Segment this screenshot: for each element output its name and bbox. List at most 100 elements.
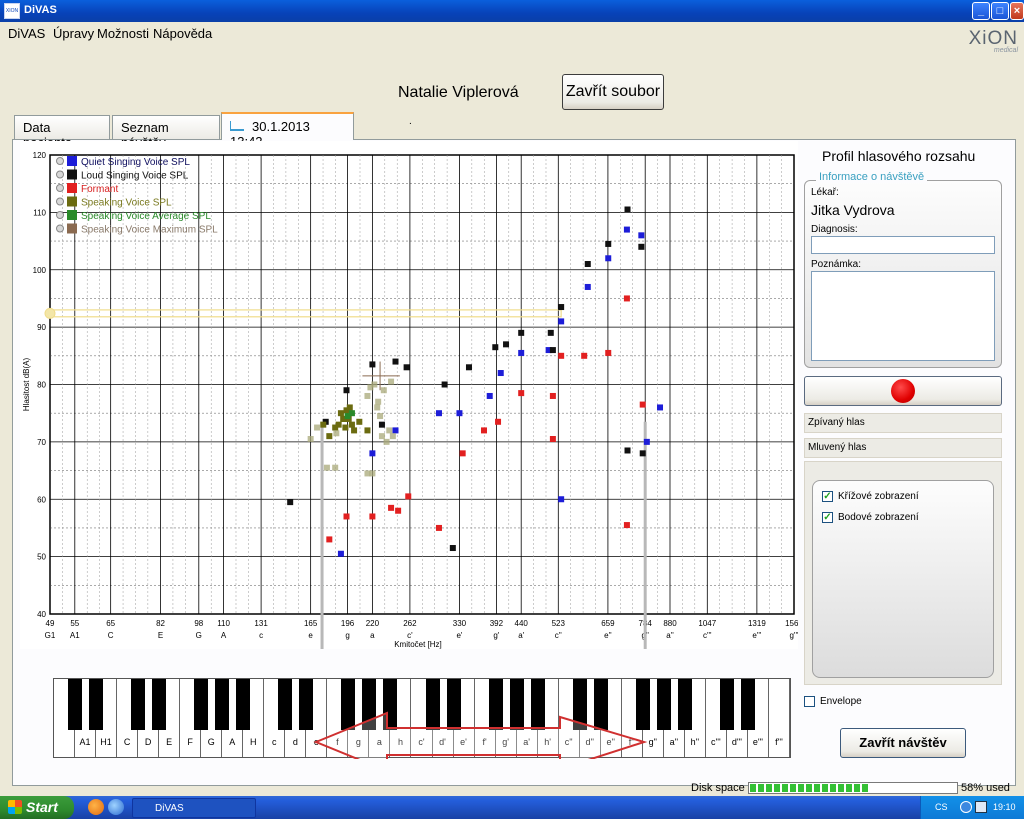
menu-divas[interactable]: DiVAS [8, 26, 45, 41]
point-loud-singing-voice-spl [558, 304, 565, 311]
close-button[interactable]: × [1010, 2, 1024, 20]
profile-title: Profil hlasového rozsahu [822, 148, 976, 164]
x-tick-label: 165 [304, 619, 318, 628]
point-loud-singing-voice-spl [378, 421, 385, 428]
x-tick-label: 82 [156, 619, 165, 628]
x-tick-label: 49 [46, 619, 55, 628]
point-quiet-singing-voice-spl [657, 404, 664, 411]
x-tick-label: 131 [254, 619, 268, 628]
point-formant [549, 392, 556, 399]
close-file-button[interactable]: Zavřít soubor [562, 74, 664, 110]
point-speaking-voice-spl [348, 421, 355, 428]
taskbar-divas-item[interactable]: DiVAS [132, 798, 256, 818]
piano-keyboard[interactable]: A1H1CDEFGAHcdefgahc'd'e'f'g'a'h'c''d''e'… [53, 678, 791, 759]
y-tick-label: 70 [37, 438, 46, 447]
x-note-label: c''' [703, 631, 712, 640]
note-label: Poznámka: [811, 259, 862, 270]
point-formant [605, 349, 612, 356]
note-field[interactable] [811, 271, 995, 361]
legend-toggle-icon [56, 211, 64, 219]
point-view-checkbox[interactable]: ✓ [822, 512, 833, 523]
point-quiet-singing-voice-spl [392, 427, 399, 434]
internet-explorer-icon[interactable] [108, 799, 124, 815]
x-tick-label: 392 [490, 619, 504, 628]
language-indicator[interactable]: CS [935, 802, 948, 812]
point-formant [388, 504, 395, 511]
app-icon: XION [4, 3, 20, 19]
legend-swatch [67, 183, 77, 193]
x-tick-label: 262 [403, 619, 417, 628]
visit-info-legend: Informace o návštěvě [816, 171, 928, 183]
tray-help-icon[interactable] [960, 801, 972, 813]
tab-patient-data[interactable]: Data pacienta [14, 115, 110, 150]
maximize-button[interactable]: □ [991, 2, 1009, 20]
menu-bar: DiVAS Úpravy Možnosti Nápověda [0, 22, 1024, 44]
point-speaking-voice-maximum-spl [377, 413, 384, 420]
point-speaking-voice-maximum-spl [375, 398, 382, 405]
envelope-checkbox[interactable] [804, 696, 815, 707]
point-speaking-voice-maximum-spl [314, 424, 321, 431]
point-quiet-singing-voice-spl [558, 318, 565, 325]
taskbar-divas-label: DiVAS [155, 803, 184, 814]
point-quiet-singing-voice-spl [435, 410, 442, 417]
legend-label: Quiet Singing Voice SPL [81, 157, 190, 168]
point-speaking-voice-maximum-spl [386, 427, 393, 434]
point-loud-singing-voice-spl [465, 364, 472, 371]
point-speaking-voice-spl [337, 410, 344, 417]
diagnosis-field[interactable] [811, 236, 995, 254]
spoken-voice-section[interactable]: Mluvený hlas [804, 438, 1002, 458]
x-note-label: A1 [70, 631, 80, 640]
x-tick-label: 55 [70, 619, 79, 628]
tab-visit-list[interactable]: Seznam návštěv [112, 115, 220, 150]
cross-view-checkbox[interactable]: ✓ [822, 491, 833, 502]
menu-options[interactable]: Možnosti [97, 26, 149, 41]
legend-swatch [67, 196, 77, 207]
x-axis-title: Kmitočet [Hz] [394, 640, 442, 649]
point-speaking-voice-maximum-spl [323, 464, 330, 471]
point-quiet-singing-voice-spl [337, 550, 344, 557]
point-formant [405, 493, 412, 500]
point-quiet-singing-voice-spl [605, 255, 612, 262]
x-tick-label: 1568 [785, 619, 798, 628]
close-visit-button[interactable]: Zavřít návštěv [840, 728, 966, 758]
point-formant [481, 427, 488, 434]
point-loud-singing-voice-spl [369, 361, 376, 368]
point-speaking-voice-maximum-spl [371, 381, 378, 388]
window-title: DiVAS [24, 4, 57, 16]
menu-edit[interactable]: Úpravy [53, 26, 94, 41]
x-note-label: a' [518, 631, 524, 640]
point-loud-singing-voice-spl [492, 344, 499, 351]
point-quiet-singing-voice-spl [643, 438, 650, 445]
chart-svg: 40506070809010011012049G155A165C82E98G11… [22, 151, 798, 649]
point-quiet-singing-voice-spl [623, 226, 630, 233]
point-loud-singing-voice-spl [343, 387, 350, 394]
legend-swatch [67, 210, 77, 220]
sung-voice-section[interactable]: Zpívaný hlas [804, 413, 1002, 433]
x-tick-label: 65 [106, 619, 115, 628]
title-bar[interactable] [0, 0, 1024, 22]
legend-swatch [67, 156, 77, 166]
point-loud-singing-voice-spl [547, 329, 554, 336]
x-note-label: g [345, 631, 349, 640]
x-tick-label: 440 [515, 619, 529, 628]
y-tick-label: 50 [37, 553, 46, 562]
point-speaking-voice-spl [342, 424, 349, 431]
start-button[interactable]: Start [0, 796, 74, 819]
tray-network-icon[interactable] [975, 801, 987, 813]
minimize-button[interactable]: _ [972, 2, 990, 20]
point-formant [326, 536, 333, 543]
y-tick-label: 120 [33, 151, 47, 160]
tab-visit-date[interactable]: 30.1.2013 13:42 [221, 112, 354, 149]
menu-help[interactable]: Nápověda [153, 26, 212, 41]
point-speaking-voice-spl [364, 427, 371, 434]
voice-range-chart[interactable]: 40 50 60 70 80 90 100 110 120 49 G1 55 A1 65 C 82 E 98 G 11… [20, 141, 798, 649]
x-note-label: a [370, 631, 375, 640]
point-speaking-voice-spl [326, 433, 333, 440]
x-note-label: a'' [666, 631, 674, 640]
x-tick-label: 880 [663, 619, 677, 628]
start-label: Start [26, 799, 58, 815]
x-tick-label: 1319 [748, 619, 766, 628]
firefox-icon[interactable] [88, 799, 104, 815]
legend-label: Speaking Voice Maximum SPL [81, 225, 218, 236]
cross-view-label: Křížové zobrazení [838, 491, 919, 502]
